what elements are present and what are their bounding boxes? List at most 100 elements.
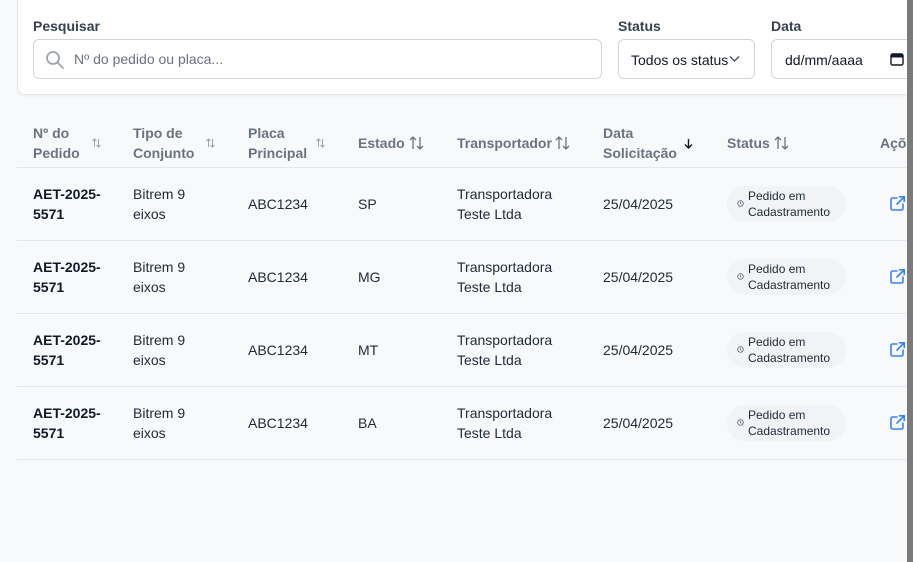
pedido-number-line1: AET-2025- xyxy=(33,405,101,421)
transportador-line2: Teste Ltda xyxy=(457,206,522,222)
data-solicitacao: 25/04/2025 xyxy=(603,269,674,285)
estado: MT xyxy=(358,342,379,358)
date-label: Data xyxy=(771,18,802,34)
pedido-number-line1: AET-2025- xyxy=(33,332,101,348)
pedido-number-line1: AET-2025- xyxy=(33,186,101,202)
col-header-data-line2: Solicitação xyxy=(603,145,677,161)
col-header-transportador[interactable]: Transportador xyxy=(457,133,552,153)
clock-icon xyxy=(737,273,744,280)
pedido-number: AET-2025- 5571 xyxy=(33,184,101,224)
transportador-line2: Teste Ltda xyxy=(457,352,522,368)
transportador-line2: Teste Ltda xyxy=(457,425,522,441)
sort-icon[interactable] xyxy=(92,138,101,148)
col-header-data-line1: Data xyxy=(603,125,634,141)
placa-principal: ABC1234 xyxy=(248,269,308,285)
tipo-conjunto-line2: eixos xyxy=(133,206,166,222)
col-header-pedido[interactable]: Nº do Pedido xyxy=(33,123,80,163)
col-header-placa-line2: Principal xyxy=(248,145,308,161)
table-row[interactable]: AET-2025- 5571 Bitrem 9 eixos ABC1234 MT… xyxy=(17,314,907,387)
col-header-status[interactable]: Status xyxy=(727,133,770,153)
transportador-line1: Transportadora xyxy=(457,259,553,275)
pedido-number: AET-2025- 5571 xyxy=(33,330,101,370)
sort-icon[interactable] xyxy=(409,136,424,150)
status-badge-text: Pedido em Cadastramento xyxy=(748,261,830,293)
estado: SP xyxy=(358,196,377,212)
transportador: Transportadora Teste Ltda xyxy=(457,403,552,443)
transportador-line2: Teste Ltda xyxy=(457,279,522,295)
tipo-conjunto-line2: eixos xyxy=(133,279,166,295)
sort-icon[interactable] xyxy=(206,138,215,148)
status-badge-line1: Pedido em xyxy=(748,335,806,349)
table-row[interactable]: AET-2025- 5571 Bitrem 9 eixos ABC1234 MG… xyxy=(17,241,907,314)
data-solicitacao: 25/04/2025 xyxy=(603,196,674,212)
transportador-line1: Transportadora xyxy=(457,332,553,348)
col-header-estado[interactable]: Estado xyxy=(358,133,405,153)
transportador: Transportadora Teste Ltda xyxy=(457,184,552,224)
tipo-conjunto-line2: eixos xyxy=(133,352,166,368)
arrow-down-icon[interactable] xyxy=(684,138,693,149)
sort-icon[interactable] xyxy=(555,136,570,150)
placa-principal: ABC1234 xyxy=(248,196,308,212)
tipo-conjunto: Bitrem 9 eixos xyxy=(133,330,185,370)
table-row[interactable]: AET-2025- 5571 Bitrem 9 eixos ABC1234 BA… xyxy=(17,387,907,460)
pedido-number: AET-2025- 5571 xyxy=(33,403,101,443)
status-badge-line1: Pedido em xyxy=(748,408,806,422)
status-badge-text: Pedido em Cadastramento xyxy=(748,334,830,366)
col-header-pedido-line2: Pedido xyxy=(33,145,80,161)
external-link-icon[interactable] xyxy=(889,268,906,285)
status-badge-line1: Pedido em xyxy=(748,189,806,203)
pedido-number: AET-2025- 5571 xyxy=(33,257,101,297)
calendar-icon[interactable] xyxy=(890,52,904,66)
col-header-tipo-line1: Tipo de xyxy=(133,125,183,141)
col-header-transportador-label: Transportador xyxy=(457,135,552,151)
status-badge: Pedido em Cadastramento xyxy=(727,332,846,368)
col-header-data[interactable]: Data Solicitação xyxy=(603,123,677,163)
table-row[interactable]: AET-2025- 5571 Bitrem 9 eixos ABC1234 SP… xyxy=(17,168,907,241)
tipo-conjunto: Bitrem 9 eixos xyxy=(133,257,185,297)
transportador: Transportadora Teste Ltda xyxy=(457,330,552,370)
search-input[interactable] xyxy=(74,40,594,78)
status-label: Status xyxy=(618,18,661,34)
col-header-tipo[interactable]: Tipo de Conjunto xyxy=(133,123,194,163)
status-badge: Pedido em Cadastramento xyxy=(727,405,846,441)
status-select-value: Todos os status xyxy=(631,52,729,68)
tipo-conjunto-line2: eixos xyxy=(133,425,166,441)
col-header-estado-label: Estado xyxy=(358,135,405,151)
status-badge-text: Pedido em Cadastramento xyxy=(748,188,830,220)
external-link-icon[interactable] xyxy=(889,414,906,431)
pedido-number-line2: 5571 xyxy=(33,352,65,368)
status-badge-line2: Cadastramento xyxy=(748,205,831,219)
external-link-icon[interactable] xyxy=(889,195,906,212)
status-badge-line2: Cadastramento xyxy=(748,424,831,438)
tipo-conjunto-line1: Bitrem 9 xyxy=(133,186,186,202)
estado: MG xyxy=(358,269,381,285)
external-link-icon[interactable] xyxy=(889,341,906,358)
window-edge xyxy=(907,0,913,562)
clock-icon xyxy=(737,200,744,207)
search-label: Pesquisar xyxy=(33,18,100,34)
tipo-conjunto-line1: Bitrem 9 xyxy=(133,332,186,348)
status-badge-line2: Cadastramento xyxy=(748,351,831,365)
tipo-conjunto-line1: Bitrem 9 xyxy=(133,259,186,275)
transportador: Transportadora Teste Ltda xyxy=(457,257,552,297)
sort-icon[interactable] xyxy=(774,136,789,150)
col-header-placa-line1: Placa xyxy=(248,125,285,141)
status-badge-text: Pedido em Cadastramento xyxy=(748,407,830,439)
sort-icon[interactable] xyxy=(316,138,325,148)
placa-principal: ABC1234 xyxy=(248,342,308,358)
tipo-conjunto: Bitrem 9 eixos xyxy=(133,184,185,224)
transportador-line1: Transportadora xyxy=(457,186,553,202)
data-solicitacao: 25/04/2025 xyxy=(603,342,674,358)
status-select[interactable]: Todos os status xyxy=(618,39,755,79)
search-field[interactable] xyxy=(33,39,602,79)
status-badge-line2: Cadastramento xyxy=(748,278,831,292)
col-header-placa[interactable]: Placa Principal xyxy=(248,123,307,163)
clock-icon xyxy=(737,419,744,426)
col-header-status-label: Status xyxy=(727,135,770,151)
date-input-value: dd/mm/aaaa xyxy=(785,52,863,68)
status-badge: Pedido em Cadastramento xyxy=(727,186,846,222)
date-input[interactable]: dd/mm/aaaa xyxy=(771,39,913,79)
pedido-number-line1: AET-2025- xyxy=(33,259,101,275)
status-badge: Pedido em Cadastramento xyxy=(727,259,846,295)
tipo-conjunto-line1: Bitrem 9 xyxy=(133,405,186,421)
